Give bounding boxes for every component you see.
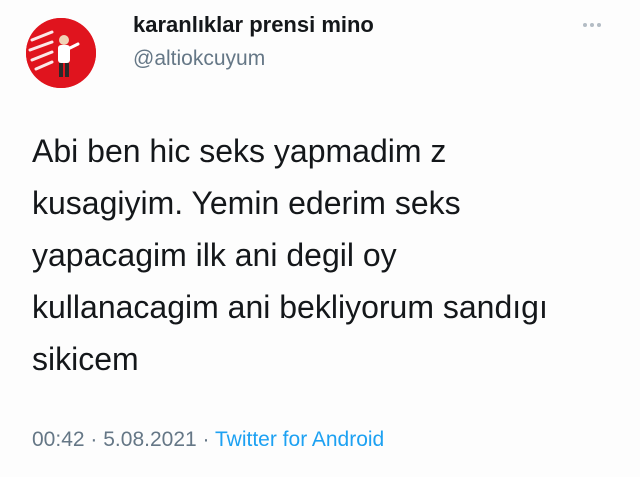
- tweet-source-link[interactable]: Twitter for Android: [215, 428, 384, 451]
- avatar[interactable]: [26, 18, 96, 88]
- tweet-text-line: sikicem: [32, 341, 139, 377]
- more-options-icon[interactable]: [583, 14, 609, 27]
- tweet-text-line: kullanacagim ani bekliyorum sandıgı: [32, 289, 548, 325]
- tweet-text-line: kusagiyim. Yemin ederim seks: [32, 185, 461, 221]
- tweet-text-line: yapacagim ilk ani degil oy: [32, 237, 397, 273]
- meta-separator: ·: [90, 428, 98, 451]
- user-handle[interactable]: @altiokcuyum: [133, 47, 265, 71]
- profile-photo-icon: [26, 18, 96, 88]
- dot-icon: [583, 23, 587, 27]
- tweet-meta: 00:42 · 5.08.2021 · Twitter for Android: [32, 428, 384, 452]
- dot-icon: [597, 23, 601, 27]
- display-name[interactable]: karanlıklar prensi mino: [133, 12, 374, 38]
- dot-icon: [590, 23, 594, 27]
- tweet-text-line: Abi ben hic seks yapmadim z: [32, 133, 447, 169]
- tweet-time[interactable]: 00:42: [32, 428, 85, 451]
- tweet-text: Abi ben hic seks yapmadim z kusagiyim. Y…: [32, 125, 622, 385]
- meta-separator: ·: [202, 428, 210, 451]
- tweet-date[interactable]: 5.08.2021: [103, 428, 196, 451]
- tweet-card: karanlıklar prensi mino @altiokcuyum Abi…: [0, 0, 640, 477]
